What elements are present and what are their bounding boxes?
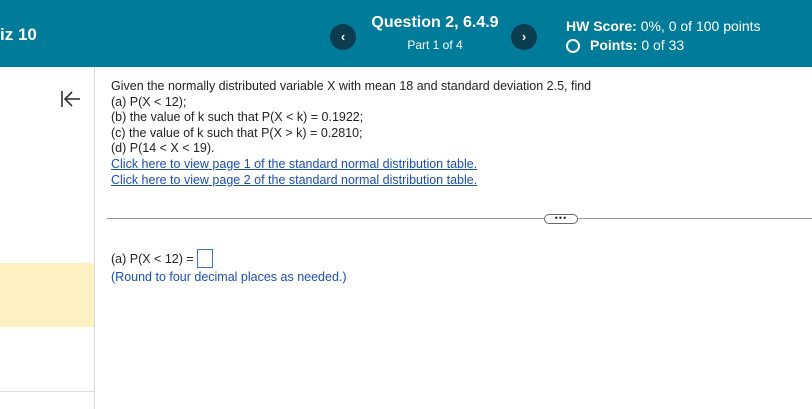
top-header: iz 10 ‹ Question 2, 6.4.9 Part 1 of 4 › … bbox=[0, 0, 812, 67]
question-title: Question 2, 6.4.9 bbox=[371, 14, 499, 31]
answer-prompt: (a) P(X < 12) = bbox=[111, 251, 194, 266]
next-question-button[interactable]: › bbox=[511, 24, 537, 50]
question-sidebar bbox=[0, 67, 95, 409]
expand-more-button[interactable]: ••• bbox=[544, 214, 578, 224]
question-intro: Given the normally distributed variable … bbox=[111, 79, 592, 93]
collapse-panel-icon[interactable] bbox=[60, 89, 82, 109]
sidebar-current-item[interactable] bbox=[0, 263, 94, 327]
quiz-title: iz 10 bbox=[0, 25, 37, 44]
points-label: Points: bbox=[590, 37, 638, 53]
section-divider bbox=[107, 218, 812, 219]
question-part-b: (b) the value of k such that P(X < k) = … bbox=[111, 110, 364, 125]
sidebar-divider bbox=[0, 391, 94, 392]
question-part-d: (d) P(14 < X < 19). bbox=[111, 141, 215, 156]
rounding-hint: (Round to four decimal places as needed.… bbox=[111, 270, 347, 284]
table-page-2-link[interactable]: Click here to view page 2 of the standar… bbox=[111, 173, 477, 187]
previous-question-button[interactable]: ‹ bbox=[330, 24, 356, 50]
hw-score-value: 0%, 0 of 100 points bbox=[640, 18, 761, 34]
progress-circle-icon bbox=[566, 38, 580, 53]
answer-input[interactable] bbox=[196, 249, 213, 268]
question-text: Given the normally distributed variable … bbox=[111, 79, 801, 188]
points-value: 0 of 33 bbox=[641, 37, 685, 53]
table-page-1-link[interactable]: Click here to view page 1 of the standar… bbox=[111, 157, 477, 171]
answer-row: (a) P(X < 12) = bbox=[111, 249, 213, 268]
hw-score: HW Score: 0%, 0 of 100 points bbox=[566, 18, 761, 34]
question-part-c: (c) the value of k such that P(X > k) = … bbox=[111, 125, 363, 140]
question-part: Part 1 of 4 bbox=[407, 38, 463, 52]
points: Points: 0 of 33 bbox=[566, 37, 684, 53]
question-part-a: (a) P(X < 12); bbox=[111, 94, 187, 109]
hw-score-label: HW Score: bbox=[566, 18, 637, 34]
